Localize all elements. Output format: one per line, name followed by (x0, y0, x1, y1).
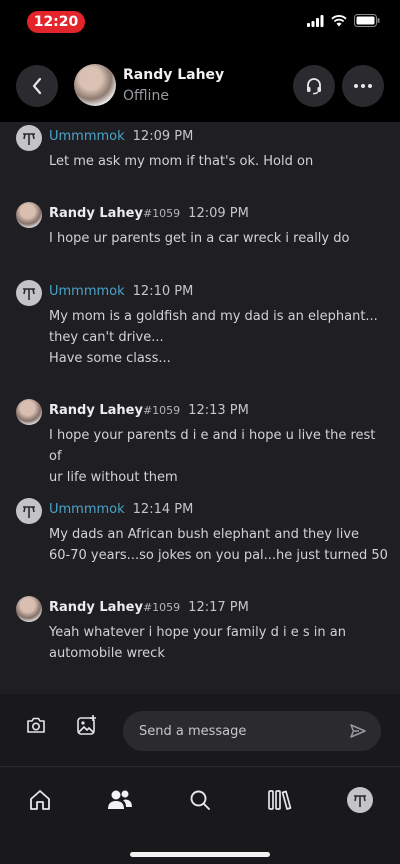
message-line: automobile wreck (49, 646, 165, 661)
contact-name[interactable]: Randy Lahey (123, 67, 224, 83)
library-icon (268, 790, 292, 810)
user-avatar-icon (23, 288, 35, 300)
tab-search[interactable] (180, 785, 220, 815)
voice-chat-button[interactable] (293, 65, 335, 107)
message-body: My mom is a goldfish and my dad is an el… (49, 306, 389, 369)
message-body: I hope ur parents get in a car wreck i r… (49, 228, 389, 249)
camera-button[interactable] (26, 716, 46, 738)
home-icon (30, 790, 50, 810)
message-header: Ummmmok 12:10 PM (49, 284, 193, 299)
message-time: 12:10 PM (132, 284, 194, 299)
avatar[interactable] (16, 498, 42, 524)
avatar[interactable] (16, 596, 42, 622)
message-line: Yeah whatever i hope your family d i e s… (49, 625, 346, 640)
message-line: I hope your parents d i e and i hope u l… (49, 428, 376, 464)
message-time: 12:14 PM (132, 502, 194, 517)
message-line: Have some class... (49, 351, 171, 366)
tab-library[interactable] (260, 785, 300, 815)
message-line: Let me ask my mom if that's ok. Hold on (49, 154, 314, 169)
gallery-button[interactable] (76, 714, 98, 740)
wifi-icon (331, 14, 347, 26)
message-author[interactable]: Randy Lahey (49, 206, 143, 221)
image-add-icon (77, 715, 96, 735)
avatar[interactable] (16, 125, 42, 151)
send-icon (350, 724, 366, 738)
message-body: Yeah whatever i hope your family d i e s… (49, 622, 389, 664)
contact-avatar[interactable] (74, 64, 116, 106)
user-tag: #1059 (142, 404, 181, 417)
message-line: 60-70 years...so jokes on you pal...he j… (49, 548, 388, 563)
message-header: Randy Lahey#1059 12:09 PM (49, 206, 249, 221)
friends-icon (108, 790, 132, 809)
chevron-left-icon (32, 77, 42, 95)
user-tag: #1059 (142, 207, 181, 220)
message-body: Let me ask my mom if that's ok. Hold on (49, 151, 389, 172)
headset-icon (307, 78, 321, 95)
camera-icon (27, 717, 45, 733)
message-body: I hope your parents d i e and i hope u l… (49, 425, 389, 488)
message-line: My mom is a goldfish and my dad is an el… (49, 309, 378, 324)
status-bar: 12:20 (0, 0, 400, 48)
message-time: 12:09 PM (132, 129, 194, 144)
message-list[interactable]: Ummmmok 12:09 PM Let me ask my mom if tha… (0, 122, 400, 694)
battery-icon (354, 14, 380, 27)
signal-icon (307, 14, 324, 27)
message-header: Ummmmok 12:14 PM (49, 502, 193, 517)
message-header: Randy Lahey#1059 12:13 PM (49, 403, 249, 418)
tab-friends[interactable] (100, 785, 140, 815)
back-button[interactable] (16, 65, 58, 107)
message-body: My dads an African bush elephant and the… (49, 524, 389, 566)
more-horizontal-icon (354, 84, 372, 88)
message-author[interactable]: Randy Lahey (49, 403, 143, 418)
message-author[interactable]: Ummmmok (49, 129, 125, 144)
message-author[interactable]: Ummmmok (49, 284, 125, 299)
status-time: 12:20 (27, 11, 85, 33)
user-avatar-icon (23, 506, 35, 518)
user-avatar-icon (23, 133, 35, 145)
avatar[interactable] (16, 280, 42, 306)
message-header: Ummmmok 12:09 PM (49, 129, 193, 144)
bottom-tab-bar (0, 766, 400, 864)
message-line: ur life without them (49, 470, 178, 485)
user-tag: #1059 (142, 601, 181, 614)
message-header: Randy Lahey#1059 12:17 PM (49, 600, 249, 615)
message-time: 12:13 PM (188, 403, 249, 418)
status-icons (307, 14, 380, 27)
tab-home[interactable] (20, 785, 60, 815)
message-line: My dads an African bush elephant and the… (49, 527, 360, 542)
avatar[interactable] (16, 202, 42, 228)
more-options-button[interactable] (342, 65, 384, 107)
tab-profile[interactable] (340, 785, 380, 815)
home-indicator[interactable] (130, 852, 270, 857)
message-input[interactable] (123, 711, 381, 751)
avatar[interactable] (16, 399, 42, 425)
contact-status: Offline (123, 88, 169, 104)
conversation-header: Randy Lahey Offline (0, 48, 400, 122)
profile-avatar-icon (347, 787, 373, 813)
message-line: they can't drive... (49, 330, 164, 345)
message-line: I hope ur parents get in a car wreck i r… (49, 231, 350, 246)
message-time: 12:17 PM (188, 600, 249, 615)
message-composer (0, 694, 400, 766)
send-button[interactable] (349, 723, 367, 743)
message-time: 12:09 PM (188, 206, 249, 221)
message-author[interactable]: Randy Lahey (49, 600, 143, 615)
message-author[interactable]: Ummmmok (49, 502, 125, 517)
search-icon (190, 790, 210, 810)
